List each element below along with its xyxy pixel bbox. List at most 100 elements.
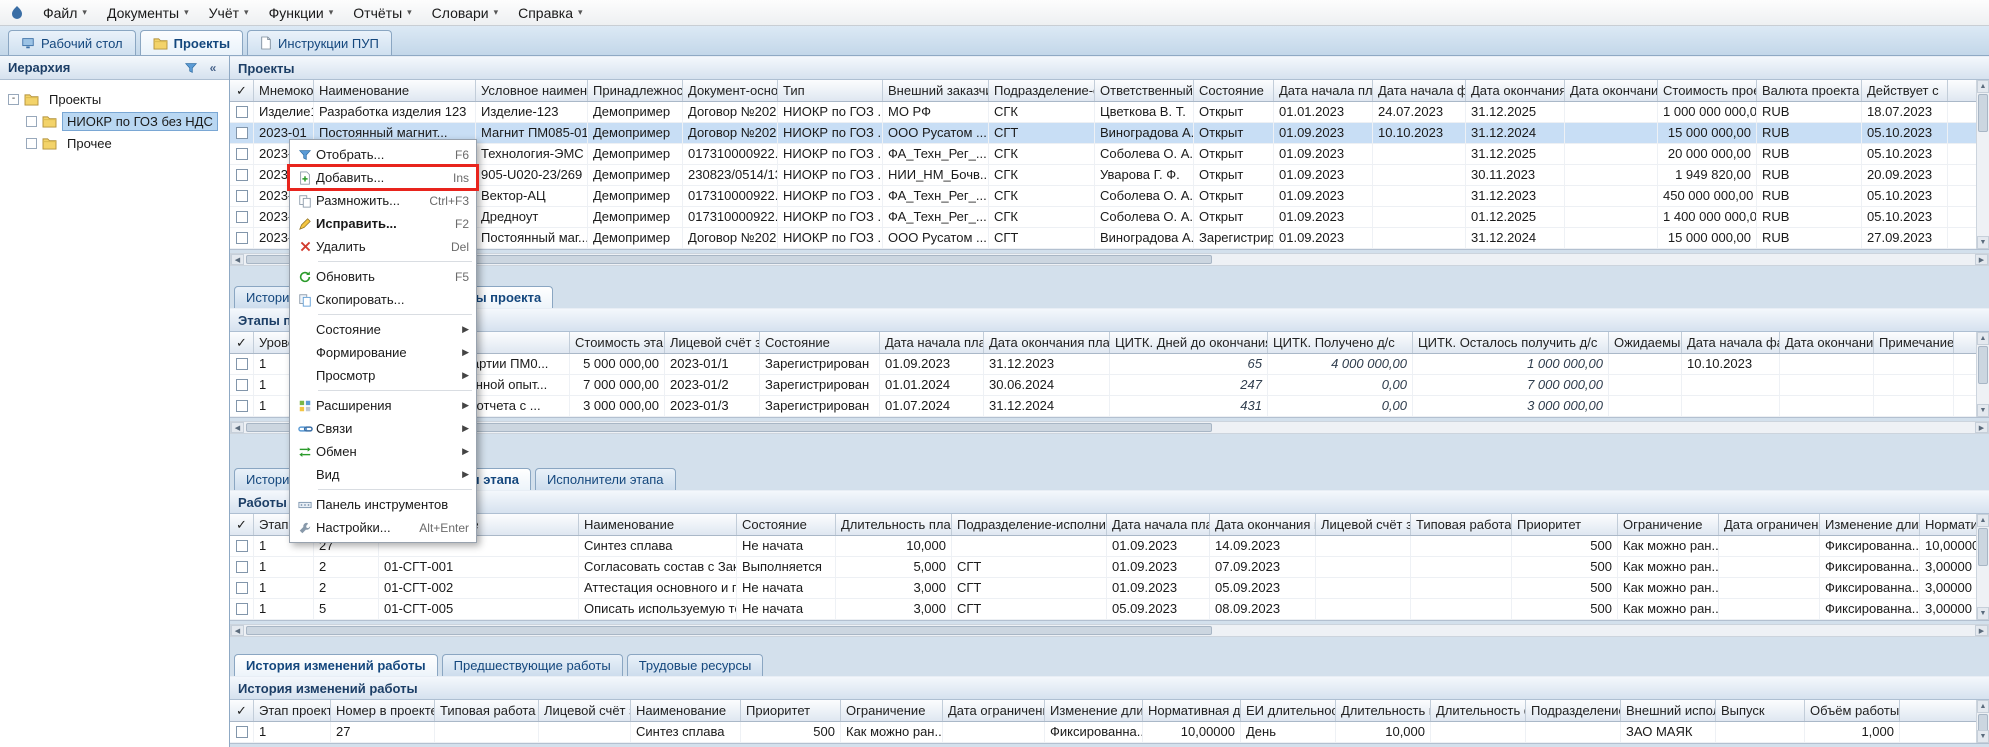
subtab[interactable]: Предшествующие работы (442, 654, 623, 676)
projects-hscrollbar[interactable]: ◀▶ (230, 253, 1989, 266)
context-menu-item[interactable]: Добавить...Ins (290, 166, 476, 189)
scroll-up-icon[interactable]: ▲ (1977, 700, 1989, 713)
row-checkbox[interactable] (236, 106, 248, 118)
column-header[interactable]: Выпуск (1716, 700, 1805, 721)
column-header[interactable]: Изменение длител... (1045, 700, 1143, 721)
menu-item[interactable]: Отчёты▾ (344, 3, 420, 23)
column-header[interactable]: Этап проекта (254, 700, 331, 721)
scrollbar-thumb[interactable] (246, 626, 1212, 635)
scroll-up-icon[interactable]: ▲ (1977, 514, 1989, 527)
tree-item[interactable]: -Проекты (4, 88, 225, 110)
scroll-left-icon[interactable]: ◀ (231, 625, 244, 636)
column-header[interactable]: Подразделение-исполнител... (952, 514, 1107, 535)
table-row[interactable]: 1ого отчета с ...3 000 000,002023-01/3За… (230, 396, 1989, 417)
column-header[interactable]: Лицевой счёт затр... (539, 700, 631, 721)
column-header[interactable]: Номер в проекте (331, 700, 435, 721)
column-header[interactable]: Действует с (1862, 80, 1948, 101)
tree-item[interactable]: НИОКР по ГОЗ без НДС (4, 110, 225, 132)
column-header[interactable]: Дата начала факт. (1373, 80, 1466, 101)
context-menu-item[interactable]: Скопировать... (290, 288, 476, 311)
scrollbar-thumb[interactable] (1978, 528, 1988, 566)
row-checkbox[interactable] (236, 726, 248, 738)
scroll-down-icon[interactable]: ▼ (1977, 404, 1989, 417)
context-menu-item[interactable]: Связи▶ (290, 417, 476, 440)
column-header[interactable]: Состояние (1194, 80, 1274, 101)
column-header[interactable]: Стоимость проект... (1658, 80, 1757, 101)
context-menu-item[interactable]: Расширения▶ (290, 394, 476, 417)
column-header[interactable]: Наименование (314, 80, 476, 101)
row-checkbox[interactable] (236, 190, 248, 202)
scroll-right-icon[interactable]: ▶ (1975, 254, 1988, 265)
column-header[interactable]: Стоимость этапа (570, 332, 665, 353)
row-checkbox[interactable] (236, 127, 248, 139)
filter-icon[interactable] (183, 60, 199, 76)
scroll-down-icon[interactable]: ▼ (1977, 607, 1989, 620)
column-header[interactable]: Наименование (579, 514, 737, 535)
expander-icon[interactable] (26, 138, 37, 149)
column-header[interactable]: Наименование (631, 700, 741, 721)
column-header[interactable]: Дата окончания план (984, 332, 1110, 353)
column-header[interactable]: Валюта проекта (1757, 80, 1862, 101)
row-checkbox[interactable] (236, 232, 248, 244)
row-checkbox[interactable] (236, 169, 248, 181)
column-header[interactable]: Лицевой счёт затр... (1316, 514, 1411, 535)
table-row[interactable]: 2023-03905-U020-23/269Демопример230823/0… (230, 165, 1989, 186)
column-header[interactable]: Состояние (760, 332, 880, 353)
row-checkbox[interactable] (236, 603, 248, 615)
row-checkbox[interactable] (236, 540, 248, 552)
scroll-left-icon[interactable]: ◀ (231, 422, 244, 433)
table-row[interactable]: 2023-01Постоянный магнит...Магнит ПМ085-… (230, 123, 1989, 144)
column-header[interactable]: Подразделение-ис... (1526, 700, 1621, 721)
context-menu-item[interactable]: Панель инструментов (290, 493, 476, 516)
scroll-up-icon[interactable]: ▲ (1977, 80, 1989, 93)
scroll-up-icon[interactable]: ▲ (1977, 332, 1989, 345)
column-header[interactable]: Мнемокод (254, 80, 314, 101)
scrollbar-thumb[interactable] (1978, 346, 1988, 384)
scroll-down-icon[interactable]: ▼ (1977, 236, 1989, 249)
row-checkbox[interactable] (236, 582, 248, 594)
column-header[interactable]: Внешний заказчик (883, 80, 989, 101)
column-header[interactable]: Дата начала план. (1274, 80, 1373, 101)
column-header[interactable]: ✓ (230, 700, 254, 721)
expander-icon[interactable] (26, 116, 37, 127)
column-header[interactable]: Дата начала факт (1682, 332, 1780, 353)
column-header[interactable]: Подразделение-от... (989, 80, 1095, 101)
menu-item[interactable]: Функции▾ (260, 3, 343, 23)
doc-tab[interactable]: Рабочий стол (8, 30, 136, 55)
expander-icon[interactable]: - (8, 94, 19, 105)
column-header[interactable]: Ожидаемые резул... (1609, 332, 1682, 353)
column-header[interactable]: Примечание (1874, 332, 1954, 353)
column-header[interactable]: Дата ограничения (1719, 514, 1820, 535)
subtab[interactable]: Исполнители этапа (535, 468, 676, 490)
context-menu-item[interactable]: ОбновитьF5 (290, 265, 476, 288)
context-menu-item[interactable]: Просмотр▶ (290, 364, 476, 387)
column-header[interactable]: Типовая работа (435, 700, 539, 721)
subtab[interactable]: История изменений работы (234, 654, 438, 676)
column-header[interactable]: Дата окончания пл... (1466, 80, 1565, 101)
context-menu-item[interactable]: Формирование▶ (290, 341, 476, 364)
column-header[interactable]: Изменение длител... (1820, 514, 1920, 535)
table-row[interactable]: 2023-02Технология-ЭМСДемопример017310000… (230, 144, 1989, 165)
column-header[interactable]: Дата начала план (1107, 514, 1210, 535)
subtab[interactable]: Трудовые ресурсы (627, 654, 764, 676)
column-header[interactable]: Длительность пла... (1336, 700, 1431, 721)
table-row[interactable]: 1501-СГТ-005Описать используемую техноло… (230, 599, 1989, 620)
table-row[interactable]: 1еденной опыт...7 000 000,002023-01/2Зар… (230, 375, 1989, 396)
column-header[interactable]: Дата окончания ф... (1565, 80, 1658, 101)
table-row[interactable]: 1201-СГТ-001Согласовать состав с Заказчи… (230, 557, 1989, 578)
table-row[interactable]: 1201-СГТ-002Аттестация основного и присо… (230, 578, 1989, 599)
context-menu-item[interactable]: УдалитьDel (290, 235, 476, 258)
row-checkbox[interactable] (236, 400, 248, 412)
scroll-right-icon[interactable]: ▶ (1975, 625, 1988, 636)
row-checkbox[interactable] (236, 148, 248, 160)
pin-collapse-icon[interactable]: « (205, 60, 221, 76)
column-header[interactable]: Длительность план▼ (836, 514, 952, 535)
context-menu-item[interactable]: Обмен▶ (290, 440, 476, 463)
scroll-down-icon[interactable]: ▼ (1977, 730, 1989, 743)
column-header[interactable]: Длительность фак... (1431, 700, 1526, 721)
column-header[interactable]: Принадлежность (588, 80, 683, 101)
table-row[interactable]: Изделие123Разработка изделия 123Изделие-… (230, 102, 1989, 123)
column-header[interactable]: Лицевой счёт затрат... (665, 332, 760, 353)
column-header[interactable]: Объём работы пл... (1805, 700, 1900, 721)
column-header[interactable]: Приоритет (1512, 514, 1618, 535)
